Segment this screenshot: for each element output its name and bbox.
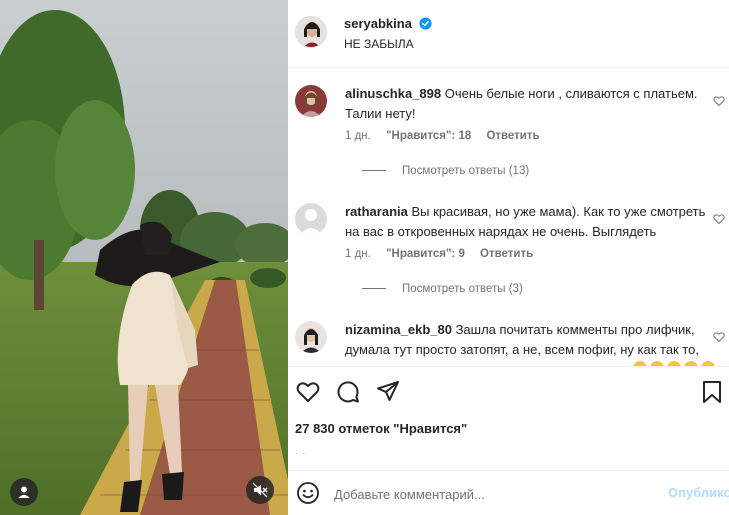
video-frame bbox=[0, 0, 288, 515]
replies-divider bbox=[362, 170, 386, 172]
mute-toggle-button[interactable] bbox=[246, 476, 274, 504]
send-icon[interactable] bbox=[375, 379, 401, 405]
comment-composer: Опубликовать bbox=[288, 470, 729, 515]
commenter-avatar-image bbox=[295, 321, 327, 353]
post-details-panel: seryabkina НЕ ЗАБЫЛА alinuschka_898 Очен… bbox=[288, 0, 729, 515]
comment-body: nizamina_ekb_80 Зашла почитать комменты … bbox=[345, 320, 721, 360]
reply-button[interactable]: Ответить bbox=[480, 248, 533, 260]
comment-input[interactable] bbox=[334, 483, 654, 505]
heart-icon[interactable] bbox=[713, 331, 725, 343]
user-icon bbox=[18, 486, 30, 498]
action-bar bbox=[288, 366, 729, 420]
speaker-muted-icon bbox=[252, 482, 268, 498]
author-avatar[interactable] bbox=[295, 16, 327, 48]
commenter-avatar[interactable] bbox=[295, 85, 327, 117]
likes-count[interactable]: 27 830 отметок "Нравится" bbox=[295, 421, 467, 436]
heart-icon[interactable] bbox=[713, 95, 725, 107]
comment-time: 1 дн. bbox=[345, 248, 371, 260]
author-username-text: seryabkina bbox=[344, 16, 412, 31]
commenter-avatar[interactable] bbox=[295, 203, 327, 235]
bookmark-icon[interactable] bbox=[699, 379, 725, 405]
post-caption: НЕ ЗАБЫЛА bbox=[344, 37, 414, 51]
comment-body: ratharania Вы красивая, но уже мама). Ка… bbox=[345, 202, 721, 242]
comment-meta: 1 дн. "Нравится": 9 Ответить bbox=[345, 248, 545, 260]
default-avatar-icon bbox=[295, 203, 327, 235]
comment-username[interactable]: alinuschka_898 bbox=[345, 86, 441, 101]
post-date: . . bbox=[295, 446, 307, 457]
heart-icon[interactable] bbox=[713, 213, 725, 225]
verified-badge-icon bbox=[419, 17, 432, 30]
author-username[interactable]: seryabkina bbox=[344, 16, 432, 31]
replies-divider bbox=[362, 288, 386, 290]
comment-likes-count[interactable]: "Нравится": 9 bbox=[386, 248, 465, 260]
comment-username[interactable]: nizamina_ekb_80 bbox=[345, 322, 452, 337]
heart-icon[interactable] bbox=[295, 379, 321, 405]
view-replies-label: Посмотреть ответы (13) bbox=[402, 165, 530, 177]
post-dialog: seryabkina НЕ ЗАБЫЛА alinuschka_898 Очен… bbox=[0, 0, 729, 515]
comment-icon[interactable] bbox=[335, 379, 361, 405]
view-replies-button[interactable]: Посмотреть ответы (3) bbox=[362, 283, 523, 295]
reply-button[interactable]: Ответить bbox=[486, 130, 539, 142]
comment-meta: 1 дн. "Нравится": 18 Ответить bbox=[345, 130, 552, 142]
comments-list[interactable]: alinuschka_898 Очень белые ноги , сливаю… bbox=[288, 69, 729, 366]
post-media[interactable] bbox=[0, 0, 288, 515]
tagged-users-button[interactable] bbox=[10, 478, 38, 506]
comment-body: alinuschka_898 Очень белые ноги , сливаю… bbox=[345, 84, 721, 124]
commenter-avatar-image bbox=[295, 85, 327, 117]
view-replies-button[interactable]: Посмотреть ответы (13) bbox=[362, 165, 529, 177]
commenter-avatar[interactable] bbox=[295, 321, 327, 353]
publish-button[interactable]: Опубликовать bbox=[668, 485, 729, 500]
comment-time: 1 дн. bbox=[345, 130, 371, 142]
view-replies-label: Посмотреть ответы (3) bbox=[402, 283, 523, 295]
comment-likes-count[interactable]: "Нравится": 18 bbox=[386, 130, 471, 142]
author-avatar-image bbox=[296, 17, 326, 47]
post-header: seryabkina НЕ ЗАБЫЛА bbox=[288, 0, 729, 68]
comment-username[interactable]: ratharania bbox=[345, 204, 408, 219]
smiley-icon[interactable] bbox=[296, 481, 320, 505]
